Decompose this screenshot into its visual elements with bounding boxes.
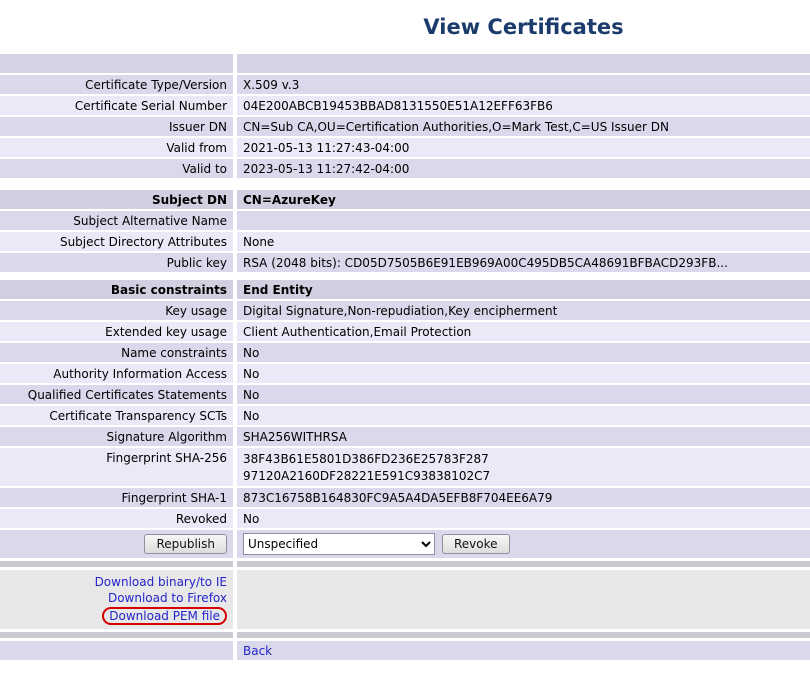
field-value: Client Authentication,Email Protection bbox=[237, 322, 810, 341]
table-row: Fingerprint SHA-256 38F43B61E5801D386FD2… bbox=[0, 448, 810, 486]
field-value: X.509 v.3 bbox=[237, 75, 810, 94]
title-bar: View Certificates bbox=[0, 0, 810, 54]
table-row: Public key RSA (2048 bits): CD05D7505B6E… bbox=[0, 253, 810, 272]
field-value: No bbox=[237, 364, 810, 383]
table-row: Valid to 2023-05-13 11:27:42-04:00 bbox=[0, 159, 810, 178]
field-label: Subject Directory Attributes bbox=[0, 232, 233, 251]
page-title: View Certificates bbox=[237, 15, 810, 39]
separator-bar bbox=[0, 632, 810, 638]
table-row: Issuer DN CN=Sub CA,OU=Certification Aut… bbox=[0, 117, 810, 136]
table-row: Certificate Type/Version X.509 v.3 bbox=[0, 75, 810, 94]
field-label: Public key bbox=[0, 253, 233, 272]
field-value: 04E200ABCB19453BBAD8131550E51A12EFF63FB6 bbox=[237, 96, 810, 115]
field-value: 873C16758B164830FC9A5A4DA5EFB8F704EE6A79 bbox=[237, 488, 810, 507]
field-value: No bbox=[237, 343, 810, 362]
footer-row: Back bbox=[0, 641, 810, 660]
field-label bbox=[0, 54, 233, 73]
field-label: Fingerprint SHA-1 bbox=[0, 488, 233, 507]
field-value bbox=[237, 54, 810, 73]
field-label: Revoked bbox=[0, 509, 233, 528]
table-header-band bbox=[0, 54, 810, 73]
separator-bar bbox=[0, 561, 810, 567]
table-row: Signature Algorithm SHA256WITHRSA bbox=[0, 427, 810, 446]
field-value: 2023-05-13 11:27:42-04:00 bbox=[237, 159, 810, 178]
field-label: Name constraints bbox=[0, 343, 233, 362]
table-row: Subject Directory Attributes None bbox=[0, 232, 810, 251]
field-label: Signature Algorithm bbox=[0, 427, 233, 446]
field-value: RSA (2048 bits): CD05D7505B6E91EB969A00C… bbox=[237, 253, 810, 272]
field-value: No bbox=[237, 509, 810, 528]
field-label: Valid from bbox=[0, 138, 233, 157]
fingerprint-sha256-line1: 38F43B61E5801D386FD236E25783F287 bbox=[243, 451, 489, 468]
table-row: Qualified Certificates Statements No bbox=[0, 385, 810, 404]
download-section-empty-cell bbox=[237, 570, 810, 629]
field-label: Basic constraints bbox=[0, 280, 233, 299]
field-value: Digital Signature,Non-repudiation,Key en… bbox=[237, 301, 810, 320]
field-value: None bbox=[237, 232, 810, 251]
field-label: Certificate Transparency SCTs bbox=[0, 406, 233, 425]
revoke-button[interactable]: Revoke bbox=[442, 534, 510, 554]
download-pem-link[interactable]: Download PEM file bbox=[109, 609, 220, 623]
field-label: Subject Alternative Name bbox=[0, 211, 233, 230]
pem-highlight-annotation: Download PEM file bbox=[102, 607, 227, 625]
table-row: Extended key usage Client Authentication… bbox=[0, 322, 810, 341]
table-row: Valid from 2021-05-13 11:27:43-04:00 bbox=[0, 138, 810, 157]
table-row: Subject Alternative Name bbox=[0, 211, 810, 230]
table-row: Key usage Digital Signature,Non-repudiat… bbox=[0, 301, 810, 320]
table-row: Name constraints No bbox=[0, 343, 810, 362]
field-label: Issuer DN bbox=[0, 117, 233, 136]
revocation-reason-select[interactable]: Unspecified bbox=[243, 533, 435, 555]
field-value bbox=[237, 211, 810, 230]
table-row: Certificate Serial Number 04E200ABCB1945… bbox=[0, 96, 810, 115]
fingerprint-sha256-line2: 97120A2160DF28221E591C93838102C7 bbox=[243, 468, 490, 485]
table-row: Fingerprint SHA-1 873C16758B164830FC9A5A… bbox=[0, 488, 810, 507]
download-section: Download binary/to IE Download to Firefo… bbox=[0, 570, 810, 629]
field-label: Authority Information Access bbox=[0, 364, 233, 383]
footer-empty-cell bbox=[0, 641, 233, 660]
field-value: No bbox=[237, 385, 810, 404]
field-value: End Entity bbox=[237, 280, 810, 299]
republish-button[interactable]: Republish bbox=[144, 534, 227, 554]
table-row: Authority Information Access No bbox=[0, 364, 810, 383]
field-value: CN=Sub CA,OU=Certification Authorities,O… bbox=[237, 117, 810, 136]
download-firefox-link[interactable]: Download to Firefox bbox=[108, 590, 227, 606]
field-value: SHA256WITHRSA bbox=[237, 427, 810, 446]
section-header-basic-constraints: Basic constraints End Entity bbox=[0, 280, 810, 299]
field-value: 2021-05-13 11:27:43-04:00 bbox=[237, 138, 810, 157]
actions-row: Republish Unspecified Revoke bbox=[0, 530, 810, 558]
field-value: CN=AzureKey bbox=[237, 190, 810, 209]
back-link[interactable]: Back bbox=[243, 644, 272, 658]
download-binary-ie-link[interactable]: Download binary/to IE bbox=[95, 574, 227, 590]
field-label: Fingerprint SHA-256 bbox=[0, 448, 233, 486]
field-label: Key usage bbox=[0, 301, 233, 320]
field-label: Certificate Serial Number bbox=[0, 96, 233, 115]
field-label: Subject DN bbox=[0, 190, 233, 209]
field-value: No bbox=[237, 406, 810, 425]
section-header-subject-dn: Subject DN CN=AzureKey bbox=[0, 190, 810, 209]
field-label: Extended key usage bbox=[0, 322, 233, 341]
table-row: Certificate Transparency SCTs No bbox=[0, 406, 810, 425]
field-label: Valid to bbox=[0, 159, 233, 178]
field-label: Qualified Certificates Statements bbox=[0, 385, 233, 404]
table-row: Revoked No bbox=[0, 509, 810, 528]
field-label: Certificate Type/Version bbox=[0, 75, 233, 94]
